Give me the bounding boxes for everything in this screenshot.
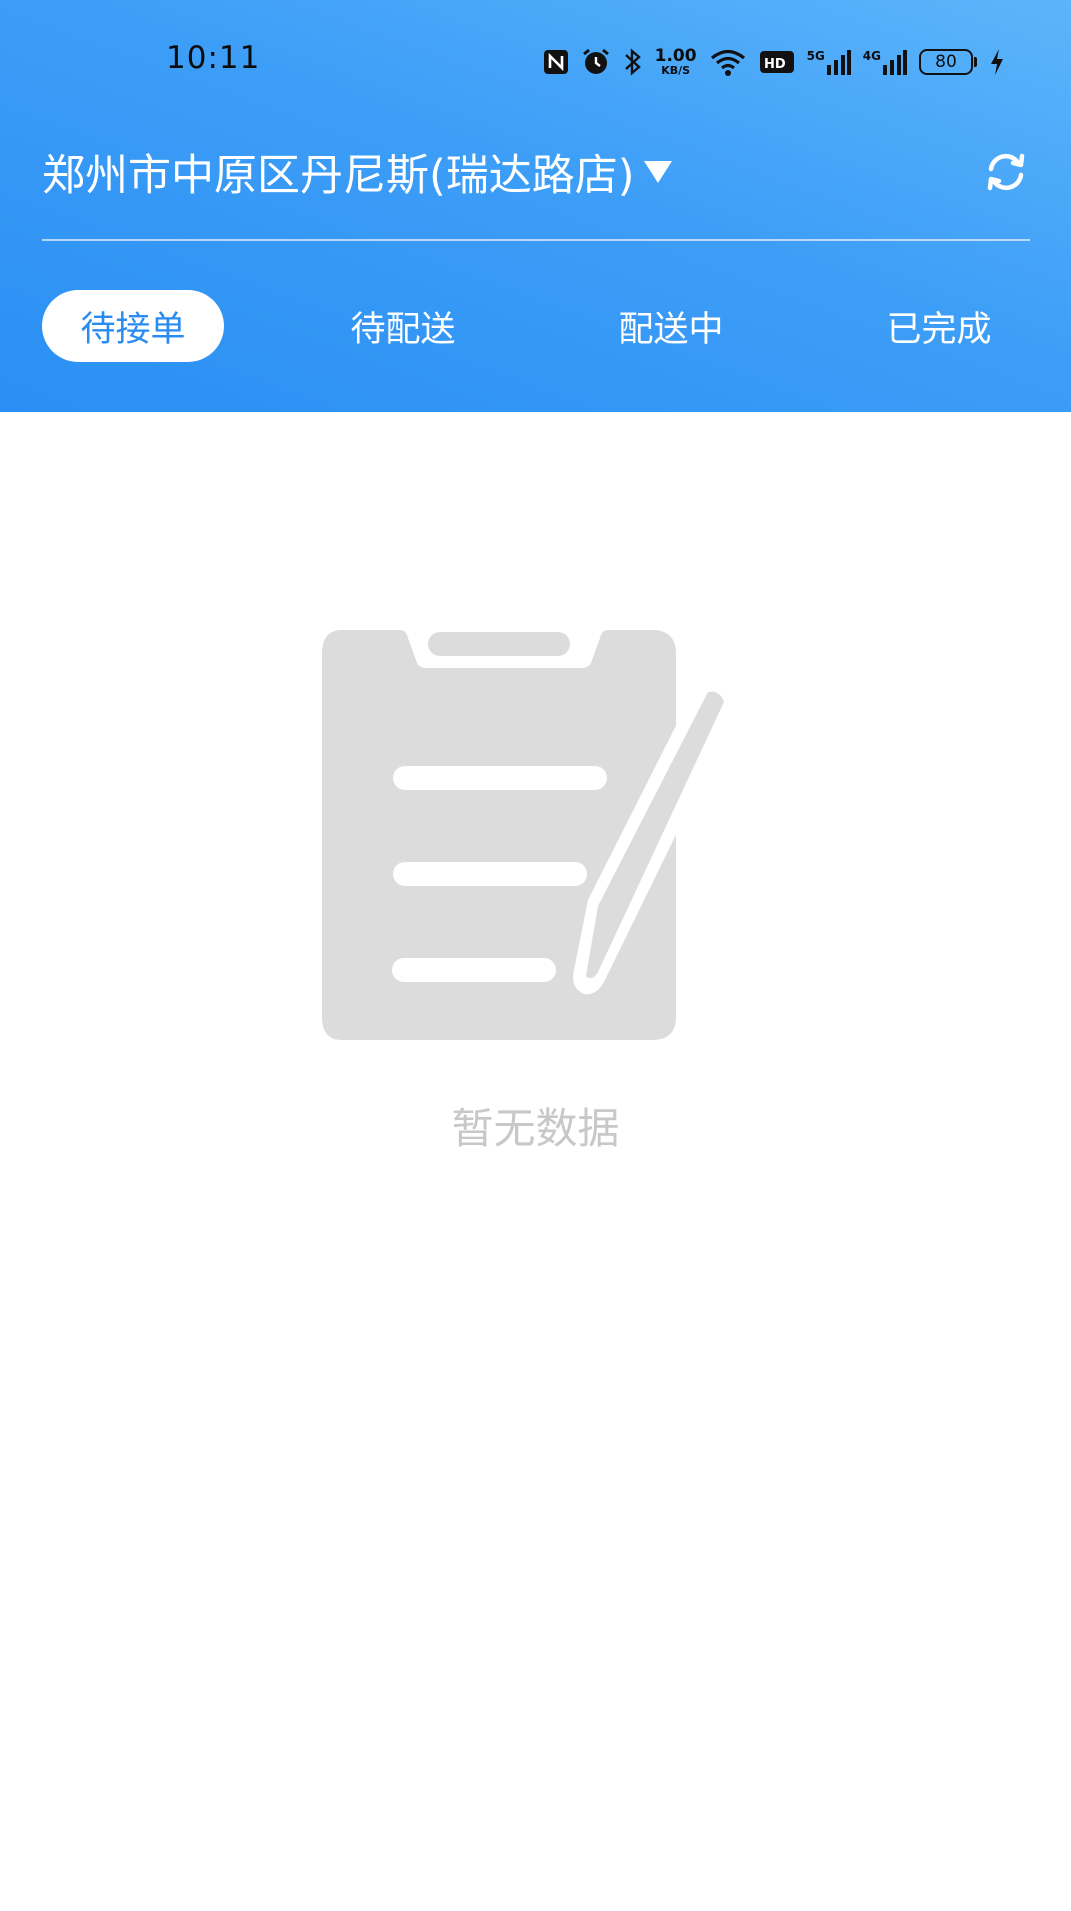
alarm-icon	[582, 48, 609, 74]
battery-level: 80	[919, 49, 973, 75]
sim1-label: 5G	[806, 49, 825, 63]
signal-4g: 4G	[863, 49, 907, 75]
refresh-icon[interactable]	[983, 149, 1029, 195]
status-bar: 10:11 1.00 KB/S HD 5G 4G 80	[0, 0, 1071, 120]
net-speed-value: 1.00	[654, 46, 697, 66]
header-divider	[42, 239, 1030, 241]
nfc-icon	[543, 50, 568, 74]
triangle-down-icon[interactable]	[643, 159, 673, 185]
order-status-tabs: 待接单 待配送 配送中 已完成	[0, 290, 1071, 362]
store-selector[interactable]: 郑州市中原区丹尼斯(瑞达路店)	[42, 140, 673, 204]
tab-delivering[interactable]: 配送中	[580, 290, 762, 362]
clipboard-pen-icon	[322, 630, 738, 1040]
tab-completed[interactable]: 已完成	[848, 290, 1030, 362]
refresh-button[interactable]	[980, 146, 1032, 198]
header-background: 10:11 1.00 KB/S HD 5G 4G 80 郑州市中原区丹尼斯(瑞达…	[0, 0, 1071, 412]
battery-icon: 80	[919, 49, 977, 75]
store-name[interactable]: 郑州市中原区丹尼斯(瑞达路店)	[42, 141, 635, 203]
svg-text:HD: HD	[764, 57, 786, 72]
tab-pending-accept[interactable]: 待接单	[42, 290, 224, 362]
empty-state-text: 暂无数据	[451, 1104, 620, 1153]
status-time: 10:11	[166, 40, 261, 76]
tab-pending-delivery[interactable]: 待配送	[312, 290, 494, 362]
wifi-icon	[710, 49, 745, 76]
bluetooth-icon	[624, 48, 641, 76]
net-speed: 1.00 KB/S	[654, 46, 697, 77]
sim2-label: 4G	[862, 49, 881, 63]
signal-4g-icon	[883, 50, 907, 75]
net-speed-unit: KB/S	[661, 64, 691, 77]
signal-5g: 5G	[807, 49, 851, 75]
status-icons: 1.00 KB/S HD 5G 4G 80	[543, 42, 1005, 82]
signal-5g-icon	[826, 50, 851, 75]
hd-voice-icon: HD	[759, 51, 794, 73]
charging-icon	[991, 49, 1003, 75]
